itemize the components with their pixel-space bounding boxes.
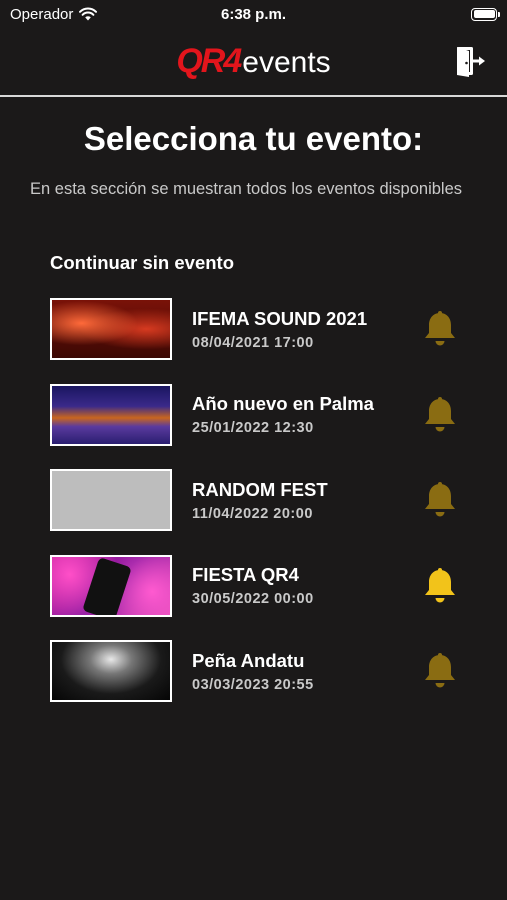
status-bar: Operador 6:38 p.m. xyxy=(0,0,507,28)
event-info: Año nuevo en Palma 25/01/2022 12:30 xyxy=(192,393,374,436)
event-thumbnail xyxy=(50,383,172,446)
event-name: Peña Andatu xyxy=(192,649,305,671)
bell-active-icon[interactable] xyxy=(422,567,458,605)
event-thumbnail xyxy=(50,469,172,531)
event-thumbnail xyxy=(50,298,172,360)
event-item[interactable]: RANDOM FEST 11/04/2022 20:00 xyxy=(50,469,470,531)
app-header: QR4 events xyxy=(0,28,507,97)
event-info: Peña Andatu 03/03/2023 20:55 xyxy=(192,650,314,693)
bell-icon[interactable] xyxy=(422,481,458,519)
page-subtitle: En esta sección se muestran todos los ev… xyxy=(30,180,462,198)
event-date: 03/03/2023 20:55 xyxy=(192,676,314,693)
app-logo: QR4 events xyxy=(176,42,330,81)
phone-graphic xyxy=(82,556,132,615)
status-time: 6:38 p.m. xyxy=(220,5,287,23)
event-name: IFEMA SOUND 2021 xyxy=(192,307,368,329)
event-item[interactable]: Peña Andatu 03/03/2023 20:55 xyxy=(50,640,470,702)
event-item[interactable]: Año nuevo en Palma 25/01/2022 12:30 xyxy=(50,383,470,446)
event-date: 11/04/2022 20:00 xyxy=(192,505,313,522)
event-name: RANDOM FEST xyxy=(192,478,328,500)
event-name: Año nuevo en Palma xyxy=(192,393,374,414)
event-info: IFEMA SOUND 2021 08/04/2021 17:00 xyxy=(192,308,367,351)
event-thumbnail xyxy=(50,554,172,617)
event-list: IFEMA SOUND 2021 08/04/2021 17:00 Año nu… xyxy=(50,298,470,726)
page-title: Selecciona tu evento: xyxy=(83,120,424,157)
event-date: 08/04/2021 17:00 xyxy=(192,334,314,351)
event-item[interactable]: IFEMA SOUND 2021 08/04/2021 17:00 xyxy=(50,298,470,360)
event-name: FIESTA QR4 xyxy=(192,564,299,585)
logo-mark: QR4 xyxy=(176,42,242,80)
event-thumbnail xyxy=(50,640,172,702)
battery-icon xyxy=(471,7,500,21)
event-info: RANDOM FEST 11/04/2022 20:00 xyxy=(192,479,328,522)
bell-icon[interactable] xyxy=(422,652,458,690)
event-info: FIESTA QR4 30/05/2022 00:00 xyxy=(192,564,314,607)
event-date: 30/05/2022 00:00 xyxy=(192,591,314,607)
bell-icon[interactable] xyxy=(422,396,458,434)
battery-level xyxy=(473,10,495,18)
event-item[interactable]: FIESTA QR4 30/05/2022 00:00 xyxy=(50,554,470,617)
logo-text: events xyxy=(242,46,331,79)
exit-door-icon[interactable] xyxy=(455,44,489,78)
continue-without-event-button[interactable]: Continuar sin evento xyxy=(50,252,234,274)
event-date: 25/01/2022 12:30 xyxy=(192,420,314,436)
bell-icon[interactable] xyxy=(422,310,458,348)
